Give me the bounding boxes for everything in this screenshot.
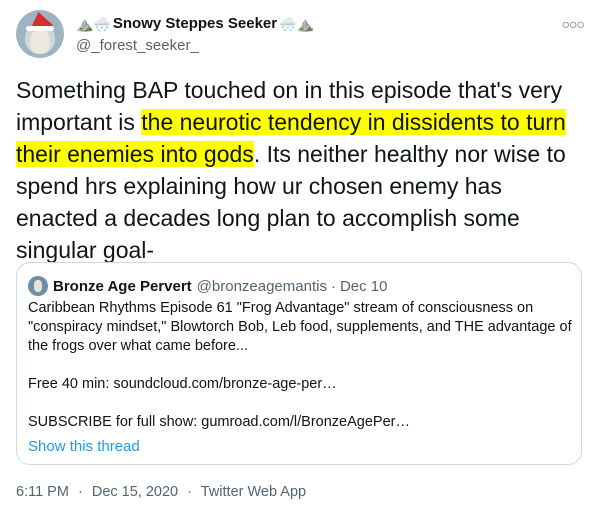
avatar-face xyxy=(30,30,50,54)
tweet-date[interactable]: Dec 15, 2020 xyxy=(92,484,178,500)
display-name-text[interactable]: Snowy Steppes Seeker xyxy=(113,14,277,34)
quoted-author-name: Bronze Age Pervert xyxy=(53,277,192,295)
show-thread-link[interactable]: Show this thread xyxy=(28,438,140,455)
author-avatar[interactable] xyxy=(16,10,64,58)
tweet-meta: 6:11 PM · Dec 15, 2020 · Twitter Web App xyxy=(16,484,306,500)
mountain-snow-emoji-left: ⛰️🌨️ xyxy=(76,16,111,32)
quoted-author-handle: @bronzeagemantis xyxy=(196,277,327,295)
santa-hat-trim xyxy=(26,26,54,31)
mountain-snow-emoji-right: 🌨️⛰️ xyxy=(279,16,314,32)
meta-separator-1: · xyxy=(77,484,83,500)
quoted-separator: · xyxy=(330,277,336,295)
quoted-tweet[interactable]: Bronze Age Pervert @bronzeagemantis · De… xyxy=(16,262,582,465)
quoted-line-1: Caribbean Rhythms Episode 61 "Frog Advan… xyxy=(28,300,572,354)
more-options-icon[interactable]: ○○○ xyxy=(562,16,585,32)
tweet-source[interactable]: Twitter Web App xyxy=(201,484,306,500)
tweet-header: ⛰️🌨️ Snowy Steppes Seeker 🌨️⛰️ @_forest_… xyxy=(16,10,585,60)
quoted-line-2: Free 40 min: soundcloud.com/bronze-age-p… xyxy=(28,376,337,392)
quoted-tweet-body: Caribbean Rhythms Episode 61 "Frog Advan… xyxy=(28,299,574,432)
tweet-time[interactable]: 6:11 PM xyxy=(16,484,69,500)
quoted-line-3: SUBSCRIBE for full show: gumroad.com/l/B… xyxy=(28,414,410,430)
quoted-tweet-header: Bronze Age Pervert @bronzeagemantis · De… xyxy=(28,276,388,296)
meta-separator-2: · xyxy=(187,484,192,500)
author-handle[interactable]: @_forest_seeker_ xyxy=(76,36,314,56)
quoted-date: Dec 10 xyxy=(339,277,388,295)
quoted-author-avatar xyxy=(28,276,48,296)
author-display-name[interactable]: ⛰️🌨️ Snowy Steppes Seeker 🌨️⛰️ xyxy=(76,14,314,34)
tweet-text: Something BAP touched on in this episode… xyxy=(16,74,586,266)
author-names: ⛰️🌨️ Snowy Steppes Seeker 🌨️⛰️ @_forest_… xyxy=(76,14,314,56)
